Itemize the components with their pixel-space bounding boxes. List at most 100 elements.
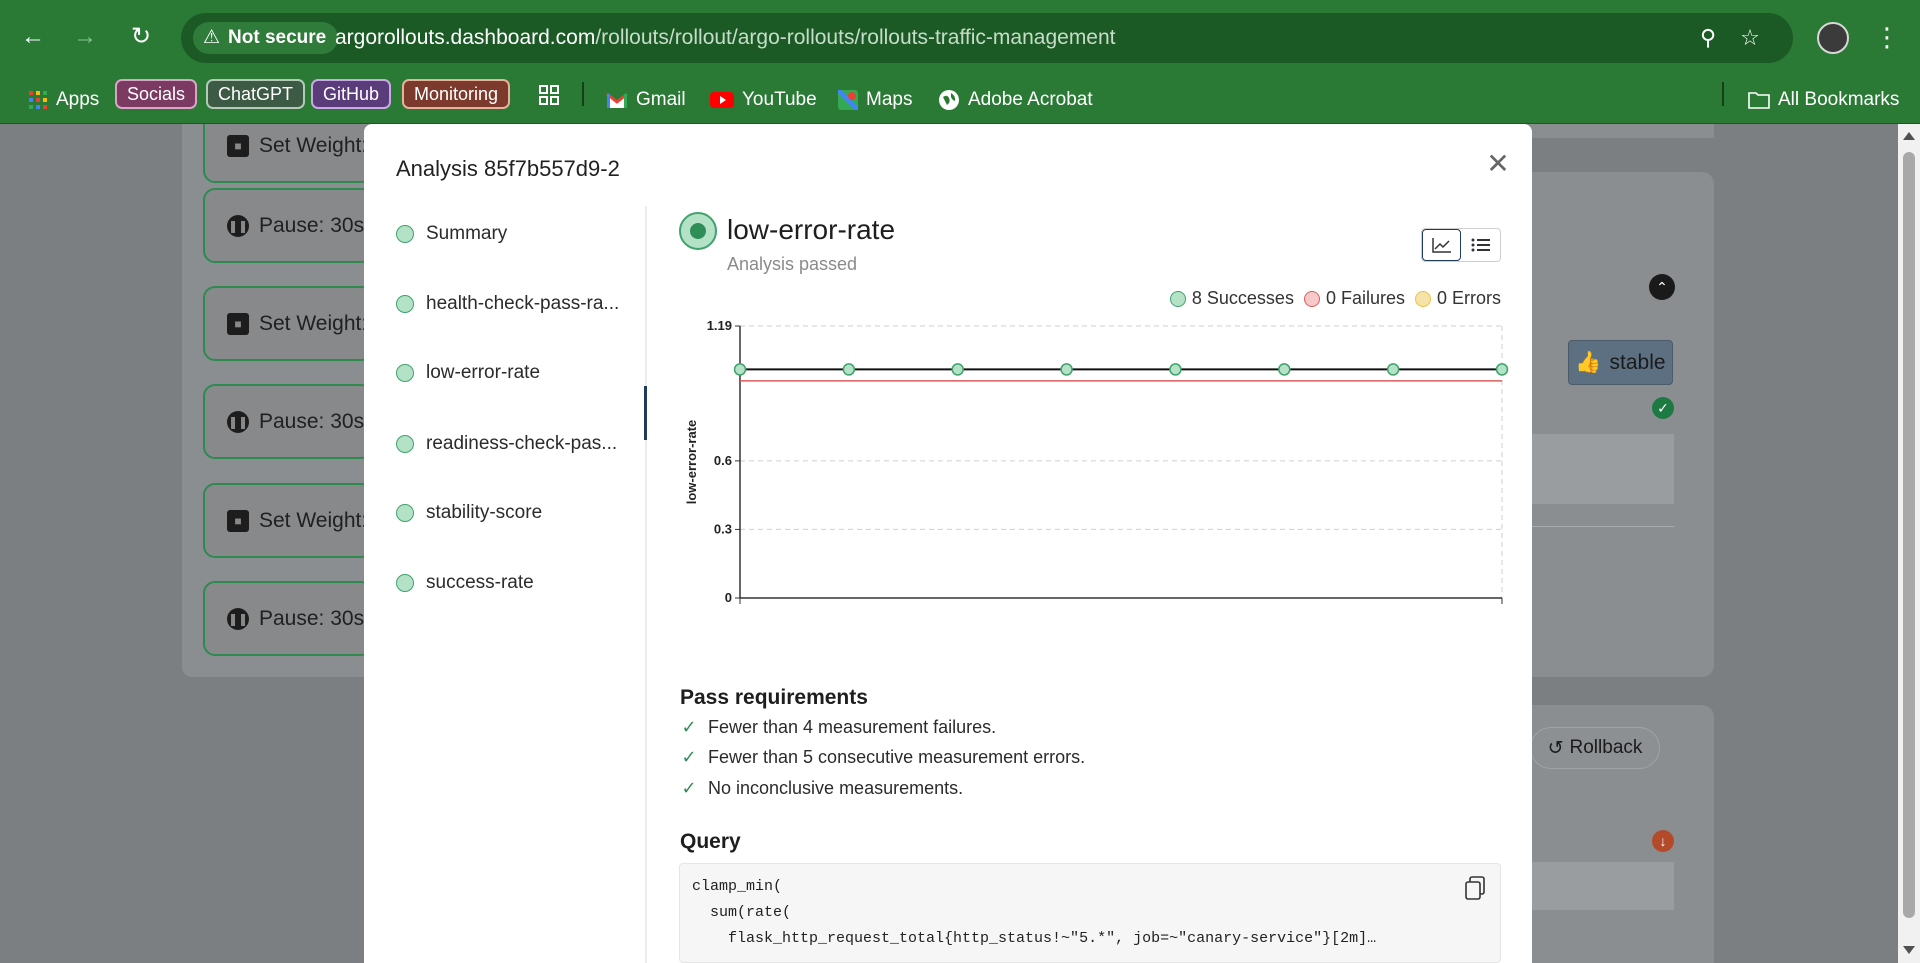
tab-groups-icon[interactable] (538, 84, 560, 106)
step-card[interactable]: ■ Set Weight: (203, 286, 373, 361)
nav-item-label: health-check-pass-ra... (426, 293, 620, 314)
nav-item-stability-score[interactable]: stability-score (396, 498, 542, 528)
close-icon[interactable]: ✕ (1484, 150, 1512, 178)
bookmark-all-label: All Bookmarks (1778, 89, 1900, 110)
bookmark-youtube[interactable]: YouTube (710, 84, 817, 116)
bookmark-github[interactable]: GitHub (311, 79, 392, 109)
step-label: Pause: 30s (259, 606, 365, 630)
step-card[interactable]: ■ Set Weight: (203, 124, 373, 183)
query-line: sum(rate( (692, 904, 792, 921)
list-icon (1471, 238, 1490, 252)
active-nav-indicator (644, 386, 647, 440)
error-dot-icon (1414, 290, 1431, 307)
nav-item-label: low-error-rate (426, 362, 541, 383)
bookmark-acrobat[interactable]: Adobe Acrobat (938, 84, 1093, 116)
requirement-item: ✓ Fewer than 4 measurement failures. (680, 717, 996, 738)
copy-icon[interactable] (1464, 876, 1486, 900)
step-card[interactable]: ❚❚ Pause: 30s (203, 188, 373, 263)
apps-grid-icon (29, 91, 47, 109)
bookmark-apps[interactable]: Apps (28, 84, 99, 116)
url-text[interactable]: argorollouts.dashboard.com/rollouts/roll… (335, 26, 1116, 50)
forward-arrow-icon[interactable]: → (70, 22, 100, 52)
rollback-button[interactable]: ↺ Rollback (1530, 727, 1660, 769)
bookmark-apps-label: Apps (56, 89, 100, 110)
profile-avatar[interactable] (1817, 22, 1849, 54)
stable-button[interactable]: 👍 stable (1568, 340, 1673, 385)
bookmark-acrobat-label: Adobe Acrobat (968, 89, 1093, 110)
placeholder-block (1526, 862, 1674, 910)
browser-toolbar: ← → ↻ ⚠ Not secure argorollouts.dashboar… (0, 0, 1920, 77)
scroll-thumb[interactable] (1903, 152, 1915, 918)
bookmark-gmail[interactable]: Gmail (606, 84, 686, 116)
query-line: clamp_min( (692, 878, 783, 895)
y-tick-label: 0 (725, 590, 732, 604)
reload-icon[interactable]: ↻ (126, 22, 156, 52)
page-scrollbar[interactable] (1898, 124, 1920, 963)
modal-title: Analysis 85f7b557d9-2 (396, 156, 620, 181)
nav-item-low-error-rate[interactable]: low-error-rate (396, 358, 540, 388)
pause-icon: ❚❚ (227, 607, 249, 630)
maps-icon (838, 90, 858, 110)
bookmark-chatgpt[interactable]: ChatGPT (206, 79, 306, 109)
y-axis-label: low-error-rate (684, 420, 699, 505)
url-host: argorollouts.dashboard.com (335, 26, 596, 49)
analysis-modal: Analysis 85f7b557d9-2 ✕ Summary health-c… (364, 124, 1532, 963)
bookmark-maps[interactable]: Maps (838, 84, 912, 116)
security-indicator[interactable]: ⚠ Not secure (193, 22, 339, 54)
step-card[interactable]: ❚❚ Pause: 30s (203, 581, 373, 656)
legend-failures: 0 Failures (1303, 288, 1405, 309)
bookmark-separator (1722, 82, 1724, 106)
table-view-button[interactable] (1461, 229, 1500, 261)
step-label: Set Weight: (259, 133, 368, 157)
status-dot-icon (396, 225, 414, 243)
y-tick-label: 1.19 (707, 318, 732, 333)
chevron-up-icon[interactable]: ⌃ (1649, 274, 1675, 300)
zoom-icon[interactable]: ⚲ (1695, 25, 1721, 51)
warning-triangle-icon: ⚠ (203, 27, 221, 48)
divider (1526, 526, 1674, 527)
legend-errors: 0 Errors (1414, 288, 1501, 309)
stable-label: stable (1609, 350, 1666, 374)
status-dot-icon (396, 435, 414, 453)
scroll-up-arrow-icon[interactable] (1903, 132, 1915, 140)
nav-item-summary[interactable]: Summary (396, 219, 507, 249)
line-chart-icon (1431, 238, 1451, 253)
legend-successes: 8 Successes (1169, 288, 1294, 309)
nav-item-health-check[interactable]: health-check-pass-ra... (396, 289, 619, 319)
bookmark-youtube-label: YouTube (742, 89, 817, 110)
address-bar[interactable]: ⚠ Not secure argorollouts.dashboard.com/… (181, 13, 1793, 63)
nav-item-readiness-check[interactable]: readiness-check-pas... (396, 429, 617, 459)
chart-legend: 8 Successes 0 Failures 0 Errors (1164, 288, 1501, 309)
query-line: flask_http_request_total{http_status!~"5… (692, 930, 1377, 947)
bookmark-all[interactable]: All Bookmarks (1748, 84, 1899, 116)
right-panel (1526, 172, 1714, 677)
step-card[interactable]: ■ Set Weight: (203, 483, 373, 558)
pause-icon: ❚❚ (227, 410, 249, 433)
bookmark-socials[interactable]: Socials (115, 79, 198, 109)
back-arrow-icon[interactable]: ← (18, 22, 48, 52)
requirement-item: ✓ No inconclusive measurements. (680, 778, 963, 799)
weight-icon: ■ (227, 509, 249, 532)
bookmark-monitoring[interactable]: Monitoring (402, 79, 511, 109)
query-code-block[interactable]: clamp_min( sum(rate( flask_http_request_… (679, 863, 1501, 963)
chart-view-button[interactable] (1422, 229, 1462, 261)
scroll-down-arrow-icon[interactable] (1903, 946, 1915, 954)
star-bookmark-icon[interactable]: ☆ (1737, 25, 1763, 51)
step-label: Pause: 30s (259, 213, 365, 237)
nav-item-success-rate[interactable]: success-rate (396, 568, 534, 598)
data-point (1060, 363, 1073, 376)
nav-item-label: Summary (426, 223, 508, 244)
pause-icon: ❚❚ (227, 214, 249, 237)
success-dot-icon (1169, 290, 1186, 307)
status-dot-icon (396, 504, 414, 522)
thumbs-up-icon: 👍 (1575, 350, 1602, 374)
nav-item-label: readiness-check-pas... (426, 433, 618, 454)
requirement-text: Fewer than 5 consecutive measurement err… (708, 747, 1086, 767)
view-toggle (1421, 228, 1501, 262)
folder-icon (1748, 92, 1770, 109)
status-dot-icon (396, 364, 414, 382)
step-card[interactable]: ❚❚ Pause: 30s (203, 384, 373, 459)
query-title: Query (680, 830, 741, 853)
legend-label: 0 Errors (1436, 288, 1501, 308)
more-menu-icon[interactable]: ⋮ (1872, 20, 1902, 54)
